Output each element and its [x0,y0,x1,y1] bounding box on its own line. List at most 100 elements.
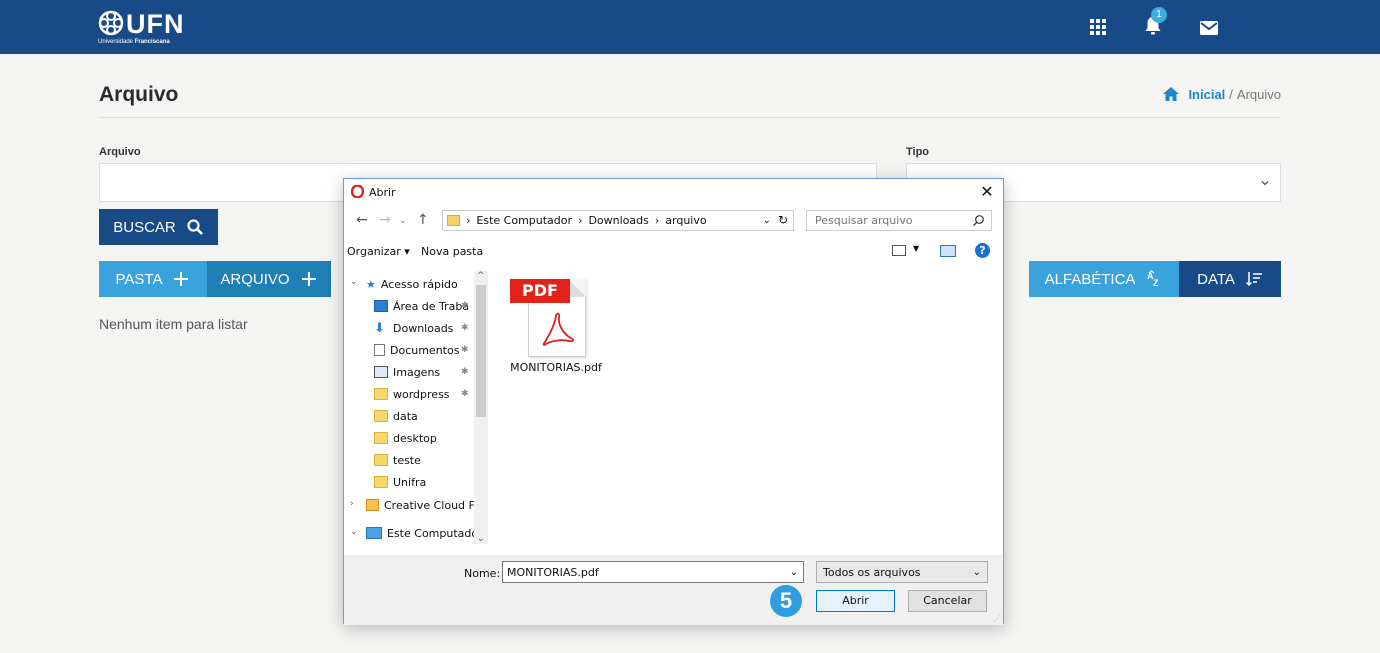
arquivo-label: ARQUIVO [220,270,290,288]
data-label: DATA [1197,270,1235,288]
expand-arrow-icon[interactable]: ⌄ [350,277,358,287]
search-icon[interactable] [972,214,985,227]
nav-item-documentos[interactable]: Documentos [374,340,459,360]
file-item[interactable]: PDF MONITORIAS.pdf [508,275,604,381]
path-segment-downloads[interactable]: Downloads [588,214,648,227]
path-segment-arquivo[interactable]: arquivo [665,214,706,227]
breadcrumb-separator: / [1229,86,1233,102]
nav-item-unifra[interactable]: Unifra [374,472,426,492]
home-icon[interactable] [1162,86,1180,102]
desktop-folder-icon [374,300,388,312]
path-separator: › [466,214,471,227]
dialog-bottom-bar: Nome: ⌄ Todos os arquivos ⌄ 5 Abrir Canc… [344,555,1003,625]
nav-item-creative-cloud[interactable]: Creative Cloud Fil [366,495,480,515]
downloads-icon: ⬇ [374,320,385,336]
add-pasta-button[interactable]: PASTA [99,261,207,297]
help-icon[interactable]: ? [975,243,990,258]
nav-item-downloads[interactable]: ⬇ Downloads [374,318,453,338]
chevron-down-icon[interactable]: ⌄ [763,215,771,226]
preview-pane-icon[interactable] [940,245,956,257]
forward-arrow-icon[interactable]: → [379,212,391,228]
breadcrumb-current: Arquivo [1236,86,1281,102]
sort-alpha-icon: A Z [1147,270,1159,288]
organizar-label: Organizar [347,245,401,258]
pdf-badge: PDF [510,279,570,303]
sort-data-button[interactable]: DATA [1179,261,1281,297]
folder-icon [374,476,388,488]
tipo-field-label: Tipo [906,146,930,158]
nav-label: Este Computador [387,526,483,540]
nav-label: Downloads [393,321,454,335]
resize-grip-icon[interactable]: ⋰ [993,614,1001,623]
pin-icon[interactable]: ✱ [461,323,469,333]
pin-icon[interactable]: ✱ [461,367,469,377]
pin-icon[interactable]: ✱ [461,301,469,311]
nav-item-este-computador[interactable]: Este Computador [366,523,483,543]
nav-item-acesso-rapido[interactable]: ★ Acesso rápido [366,274,458,294]
nova-pasta-button[interactable]: Nova pasta [421,245,483,258]
acrobat-icon [542,312,575,346]
mail-icon[interactable] [1198,17,1220,39]
page-fold [568,279,586,297]
back-arrow-icon[interactable]: ← [356,212,368,228]
file-type-select[interactable]: Todos os arquivos ⌄ [816,561,988,583]
nav-label: Unifra [393,475,427,489]
open-button[interactable]: Abrir [816,590,895,612]
dialog-titlebar[interactable]: Abrir ✕ [344,179,1003,205]
organizar-menu[interactable]: Organizar ▾ [347,245,410,258]
dialog-search-box [806,210,992,231]
breadcrumb-home-link[interactable]: Inicial [1188,87,1225,102]
up-arrow-icon[interactable]: ↑ [417,212,429,228]
star-icon: ★ [366,277,376,291]
cancel-button[interactable]: Cancelar [908,590,987,612]
close-icon[interactable]: ✕ [979,182,995,201]
path-separator: › [578,214,583,227]
nav-item-desktop[interactable]: desktop [374,428,437,448]
path-separator: › [654,214,660,227]
header-divider [99,117,1281,118]
notification-badge: 1 [1151,7,1167,23]
ufn-logo[interactable]: UFN Universidade Franciscana [98,8,198,48]
expand-arrow-icon[interactable]: ⌄ [350,527,358,537]
nav-item-imagens[interactable]: Imagens [374,362,440,382]
breadcrumb: Inicial / Arquivo [1162,86,1281,102]
scroll-down-icon[interactable]: ⌄ [477,534,485,544]
nav-item-area-de-trabalho[interactable]: Área de Traba [374,296,469,316]
sort-alfabetica-button[interactable]: ALFABÉTICA A Z [1029,261,1179,297]
pin-icon[interactable]: ✱ [461,345,469,355]
navigation-scrollbar[interactable]: ^ ⌄ [474,271,488,544]
add-arquivo-button[interactable]: ARQUIVO [207,261,331,297]
apps-grid-icon[interactable] [1087,16,1109,38]
scroll-up-icon[interactable]: ^ [477,271,485,281]
expand-arrow-icon[interactable]: › [350,499,354,509]
scrollbar-thumb[interactable] [476,285,486,417]
documents-icon [374,344,385,356]
dialog-search-input[interactable] [807,211,967,230]
dialog-toolbar: Organizar ▾ Nova pasta ▼ ? [344,242,1003,264]
refresh-icon[interactable]: ↻ [778,213,788,227]
nav-item-wordpress[interactable]: wordpress [374,384,450,404]
view-options-chevron-icon[interactable]: ▼ [913,244,919,253]
nav-label: Imagens [393,365,441,379]
file-name-input[interactable] [503,562,783,582]
chevron-down-icon[interactable]: ⌄ [790,567,798,578]
nav-label: data [393,409,418,423]
sort-date-icon [1245,272,1262,287]
nav-item-data[interactable]: data [374,406,418,426]
logo-sub-brand: Franciscana [134,39,170,45]
folder-icon [374,388,388,400]
computer-icon [366,527,382,539]
address-bar[interactable]: › Este Computador › Downloads › arquivo … [442,210,794,231]
pin-icon[interactable]: ✱ [461,389,469,399]
recent-locations-chevron-icon[interactable]: ⌄ [399,216,407,226]
images-icon [374,366,388,378]
search-icon [187,219,203,235]
logo-subtitle: Universidade Franciscana [98,39,170,45]
nav-label: Área de Traba [393,299,470,313]
nav-label: Creative Cloud Fil [384,498,481,512]
nav-item-teste[interactable]: teste [374,450,421,470]
nav-label: Acesso rápido [380,277,458,291]
view-mode-icon[interactable] [892,245,906,256]
buscar-button[interactable]: BUSCAR [99,209,218,245]
path-segment-computer[interactable]: Este Computador [476,214,572,227]
